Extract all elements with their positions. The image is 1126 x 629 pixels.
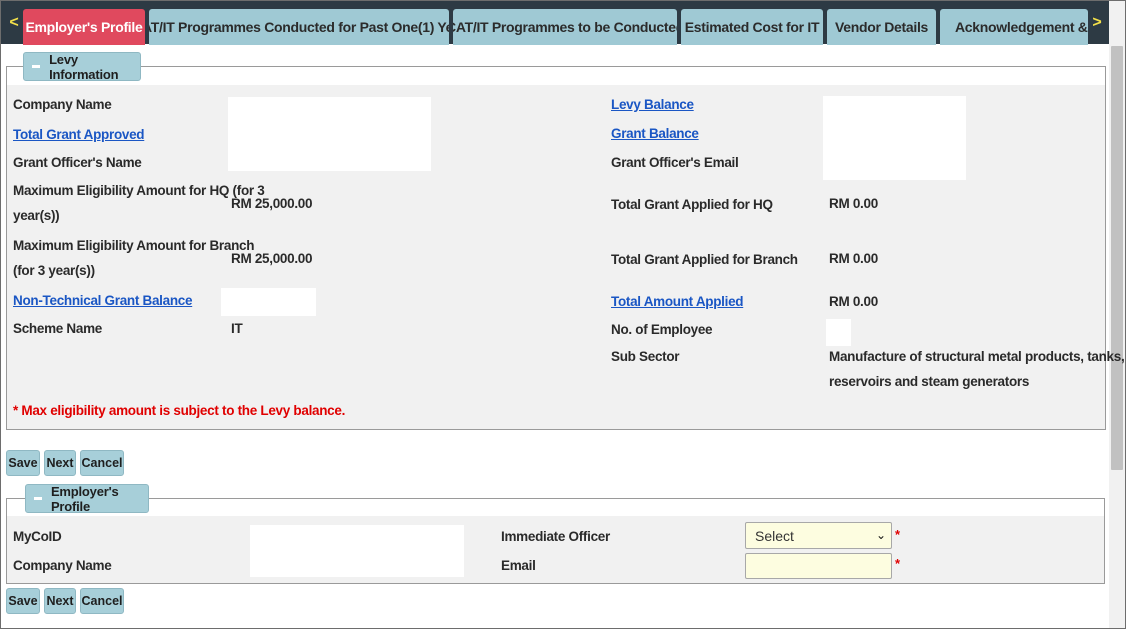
tab-bar: < Employer's Profile CAT/IT Programmes C… [1, 1, 1109, 45]
tab-employers-profile[interactable]: Employer's Profile [23, 9, 145, 45]
max-eligibility-hq-label-line1: Maximum Eligibility Amount for HQ (for 3 [13, 183, 265, 198]
tab-acknowledgement[interactable]: Acknowledgement & Decl [940, 9, 1088, 45]
total-applied-branch-value: RM 0.00 [829, 251, 878, 266]
mycoid-label: MyCoID [13, 529, 62, 544]
max-eligibility-branch-value: RM 25,000.00 [231, 251, 313, 266]
chevron-right-icon[interactable]: > [1088, 9, 1106, 37]
required-marker: * [895, 556, 901, 571]
max-eligibility-branch-label-line2: (for 3 year(s)) [13, 263, 95, 278]
grant-officer-name-label: Grant Officer's Name [13, 155, 142, 170]
total-amount-applied-link[interactable]: Total Amount Applied [611, 294, 744, 309]
save-button[interactable]: Save [6, 588, 40, 614]
levy-grant-balance-values [823, 96, 966, 180]
scheme-name-label: Scheme Name [13, 321, 102, 336]
next-button[interactable]: Next [44, 450, 76, 476]
required-marker: * [895, 527, 901, 542]
total-applied-branch-label: Total Grant Applied for Branch [611, 252, 798, 267]
company-name-value [228, 97, 431, 171]
total-applied-hq-value: RM 0.00 [829, 196, 878, 211]
immediate-officer-selected: Select [755, 527, 794, 544]
max-eligibility-hq-value: RM 25,000.00 [231, 196, 313, 211]
non-technical-grant-balance-value [221, 288, 316, 316]
company-name-label: Company Name [13, 97, 112, 112]
email-label: Email [501, 558, 536, 573]
grant-officer-email-label: Grant Officer's Email [611, 155, 739, 170]
immediate-officer-select[interactable]: Select ⌄ [745, 522, 892, 549]
max-eligibility-hq-label-line2: year(s)) [13, 208, 60, 223]
tab-vendor-details[interactable]: Vendor Details [827, 9, 936, 45]
employers-profile-toggle[interactable]: Employer's Profile [25, 483, 149, 514]
non-technical-grant-balance-link[interactable]: Non-Technical Grant Balance [13, 293, 193, 308]
tab-programmes-to-be-conducted[interactable]: CAT/IT Programmes to be Conducted [453, 9, 677, 45]
total-applied-hq-label: Total Grant Applied for HQ [611, 197, 773, 212]
max-eligibility-hq-label: Maximum Eligibility Amount for HQ (for 3… [13, 178, 265, 228]
immediate-officer-label: Immediate Officer [501, 529, 610, 544]
sub-sector-value-line2: reservoirs and steam generators [829, 374, 1030, 389]
tab-programmes-conducted-past-year[interactable]: CAT/IT Programmes Conducted for Past One… [149, 9, 449, 45]
levy-information-toggle[interactable]: Levy Information [23, 51, 141, 82]
max-eligibility-branch-label-line1: Maximum Eligibility Amount for Branch [13, 238, 255, 253]
profile-legend-label: Employer's Profile [50, 483, 119, 514]
no-of-employee-label: No. of Employee [611, 322, 713, 337]
levy-legend-label: Levy Information [49, 51, 119, 82]
chevron-left-icon[interactable]: < [5, 9, 23, 37]
no-of-employee-value [826, 319, 851, 346]
max-eligibility-note: * Max eligibility amount is subject to t… [13, 403, 346, 418]
next-button[interactable]: Next [44, 588, 76, 614]
chevron-down-icon: ⌄ [875, 528, 886, 542]
cancel-button[interactable]: Cancel [80, 450, 124, 476]
mycoid-company-values [250, 525, 464, 577]
max-eligibility-branch-label: Maximum Eligibility Amount for Branch (f… [13, 233, 254, 283]
profile-company-name-label: Company Name [13, 558, 112, 573]
minus-icon [32, 65, 41, 68]
minus-icon [34, 497, 42, 500]
sub-sector-value: Manufacture of structural metal products… [829, 344, 1125, 394]
tab-estimated-cost[interactable]: Estimated Cost for IT [681, 9, 823, 45]
grant-balance-link[interactable]: Grant Balance [611, 126, 699, 141]
scrollbar-thumb[interactable] [1111, 46, 1123, 470]
sub-sector-label: Sub Sector [611, 349, 680, 364]
total-amount-applied-value: RM 0.00 [829, 294, 878, 309]
email-field[interactable] [745, 553, 892, 579]
total-grant-approved-link[interactable]: Total Grant Approved [13, 127, 145, 142]
levy-balance-link[interactable]: Levy Balance [611, 97, 694, 112]
save-button[interactable]: Save [6, 450, 40, 476]
sub-sector-value-line1: Manufacture of structural metal products… [829, 349, 1125, 364]
scheme-name-value: IT [231, 321, 243, 336]
cancel-button[interactable]: Cancel [80, 588, 124, 614]
